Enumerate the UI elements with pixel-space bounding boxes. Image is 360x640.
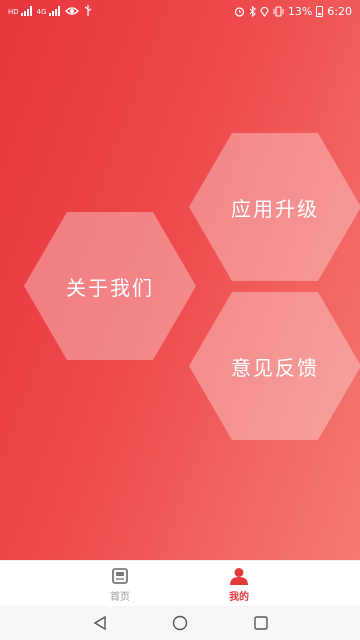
system-nav-bar	[0, 606, 360, 640]
clock-time: 6:20	[327, 5, 352, 18]
bottom-tab-bar: 首页 我的	[0, 560, 360, 607]
signal-icon: HD	[8, 5, 32, 16]
main-screen: HD 4G 13% 6:20 关于我们 应用升级 意见反馈	[0, 0, 360, 560]
back-triangle-icon[interactable]	[92, 615, 108, 631]
battery-icon	[316, 6, 324, 17]
status-right: 13% 6:20	[234, 5, 352, 18]
location-icon	[260, 6, 269, 17]
battery-percent: 13%	[287, 5, 313, 18]
usb-icon	[84, 5, 91, 16]
feedback-label: 意见反馈	[231, 355, 319, 380]
about-us-label: 关于我们	[66, 275, 154, 300]
network-label: 4G	[36, 7, 47, 16]
tab-mine-label: 我的	[229, 592, 249, 603]
alarm-icon	[234, 7, 244, 17]
feedback-button[interactable]: 意见反馈	[189, 292, 360, 440]
recent-square-icon[interactable]	[253, 615, 269, 631]
user-icon	[230, 568, 248, 585]
app-upgrade-button[interactable]: 应用升级	[189, 133, 360, 281]
app-upgrade-label: 应用升级	[231, 196, 319, 221]
eye-icon	[64, 6, 79, 15]
tab-home[interactable]: 首页	[90, 567, 150, 603]
tab-mine[interactable]: 我的	[209, 567, 269, 603]
book-icon	[112, 568, 128, 584]
status-left: HD 4G	[8, 5, 92, 16]
vibrate-icon	[273, 6, 284, 17]
bluetooth-icon	[249, 6, 256, 17]
signal-icon-2: 4G	[36, 5, 60, 16]
home-circle-icon[interactable]	[172, 615, 188, 631]
tab-home-label: 首页	[110, 592, 130, 603]
hd-label: HD	[8, 7, 19, 16]
status-bar: HD 4G 13% 6:20	[0, 0, 360, 24]
about-us-button[interactable]: 关于我们	[24, 212, 196, 360]
